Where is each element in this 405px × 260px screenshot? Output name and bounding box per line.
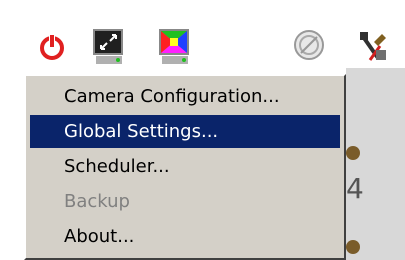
- menu-item-about[interactable]: About...: [30, 220, 340, 253]
- tools-icon[interactable]: [354, 28, 390, 64]
- background-panel: [346, 68, 405, 260]
- menu-item-scheduler[interactable]: Scheduler...: [30, 150, 340, 183]
- power-icon[interactable]: [36, 31, 68, 63]
- menu-item-global-settings[interactable]: Global Settings...: [30, 115, 340, 148]
- monitor-zoom-icon[interactable]: [92, 28, 126, 68]
- disabled-circle-icon: [294, 30, 324, 60]
- menu-item-camera-configuration[interactable]: Camera Configuration...: [30, 80, 340, 113]
- menu-item-backup: Backup: [64, 191, 130, 212]
- background-dot: [346, 240, 360, 254]
- background-dot: [346, 146, 360, 160]
- monitor-color-icon[interactable]: [158, 28, 192, 68]
- context-menu[interactable]: Camera Configuration... Global Settings.…: [24, 74, 346, 260]
- background-digit: 4: [346, 172, 364, 205]
